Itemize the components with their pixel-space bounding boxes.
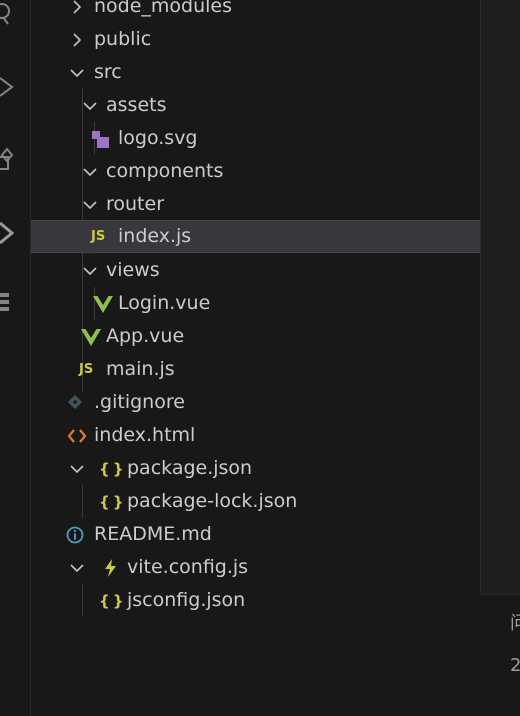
js-file-icon: JS: [91, 229, 106, 244]
extensions-icon[interactable]: [0, 145, 16, 175]
testing-icon[interactable]: [0, 287, 16, 317]
explorer-tree: node_modules public src assets logo.svg: [31, 0, 480, 716]
html-file-icon: [67, 429, 87, 443]
js-file-icon: JS: [79, 362, 94, 377]
chevron-down-icon: [83, 201, 97, 210]
tree-item-assets[interactable]: assets: [31, 89, 480, 122]
tree-item-label: components: [106, 160, 224, 182]
tree-item-label: Login.vue: [118, 292, 211, 314]
chevron-right-icon: [73, 33, 82, 47]
tree-item-index-html[interactable]: index.html: [31, 419, 480, 452]
tree-item-label: index.html: [94, 424, 196, 446]
vue-file-icon: [81, 329, 101, 346]
tree-item-jsconfig-json[interactable]: { } jsconfig.json: [31, 584, 480, 617]
tree-item-logo-svg[interactable]: logo.svg: [31, 122, 480, 155]
tree-item-node-modules[interactable]: node_modules: [31, 0, 480, 23]
tree-item-label: jsconfig.json: [127, 589, 246, 611]
tree-item-app-vue[interactable]: App.vue: [31, 320, 480, 353]
tree-item-vite-config-js[interactable]: vite.config.js: [31, 551, 480, 584]
tree-item-router[interactable]: router: [31, 188, 480, 221]
json-file-icon: { }: [99, 493, 124, 511]
remote-explorer-icon[interactable]: [0, 218, 16, 248]
tree-item-label: package.json: [127, 457, 253, 479]
tree-item-components[interactable]: components: [31, 155, 480, 188]
search-icon[interactable]: [0, 2, 16, 32]
tree-item-label: node_modules: [94, 0, 233, 17]
tree-item-label: vite.config.js: [127, 556, 249, 578]
tree-item-label: views: [106, 259, 160, 281]
chevron-down-icon: [70, 465, 84, 474]
tree-item-public[interactable]: public: [31, 23, 480, 56]
tree-item-index-js[interactable]: JS index.js: [31, 220, 480, 253]
tree-item-label: main.js: [106, 358, 175, 380]
tree-item-label: package-lock.json: [127, 490, 298, 512]
tree-item-readme-md[interactable]: README.md: [31, 518, 480, 551]
activity-bar: [0, 0, 31, 716]
tree-item-label: App.vue: [106, 325, 185, 347]
chevron-down-icon: [83, 267, 97, 276]
chevron-down-icon: [83, 168, 97, 177]
chevron-right-icon: [73, 0, 82, 14]
chevron-down-icon: [70, 564, 84, 573]
panel-text: 2: [510, 655, 520, 676]
tree-item-package-lock-json[interactable]: { } package-lock.json: [31, 485, 480, 518]
tree-item-src[interactable]: src: [31, 56, 480, 89]
tree-item-label: .gitignore: [94, 391, 185, 413]
tree-item-label: public: [94, 28, 152, 50]
tree-item-label: README.md: [94, 523, 212, 545]
vscode-window: node_modules public src assets logo.svg: [0, 0, 520, 716]
run-debug-icon[interactable]: [0, 72, 16, 102]
tree-item-label: assets: [106, 94, 167, 116]
json-file-icon: { }: [99, 592, 124, 610]
panel-text: 问: [510, 613, 520, 634]
vue-file-icon: [93, 296, 113, 313]
chevron-down-icon: [83, 102, 97, 111]
tree-item-views[interactable]: views: [31, 254, 480, 287]
git-file-icon: [68, 395, 82, 409]
tree-item-label: logo.svg: [118, 127, 198, 149]
tree-item-label: router: [106, 193, 165, 215]
tree-item-package-json[interactable]: { } package.json: [31, 452, 480, 485]
svg-file-icon: [92, 131, 109, 148]
tree-item-label: src: [94, 61, 122, 83]
bottom-panel: 问 2: [480, 594, 520, 716]
tree-item-gitignore[interactable]: .gitignore: [31, 386, 480, 419]
json-file-icon: { }: [99, 460, 124, 478]
tree-item-main-js[interactable]: JS main.js: [31, 353, 480, 386]
tree-item-label: index.js: [118, 225, 192, 247]
chevron-down-icon: [70, 69, 84, 78]
tree-item-login-vue[interactable]: Login.vue: [31, 287, 480, 320]
vite-file-icon: [105, 559, 116, 577]
info-file-icon: [66, 526, 84, 544]
